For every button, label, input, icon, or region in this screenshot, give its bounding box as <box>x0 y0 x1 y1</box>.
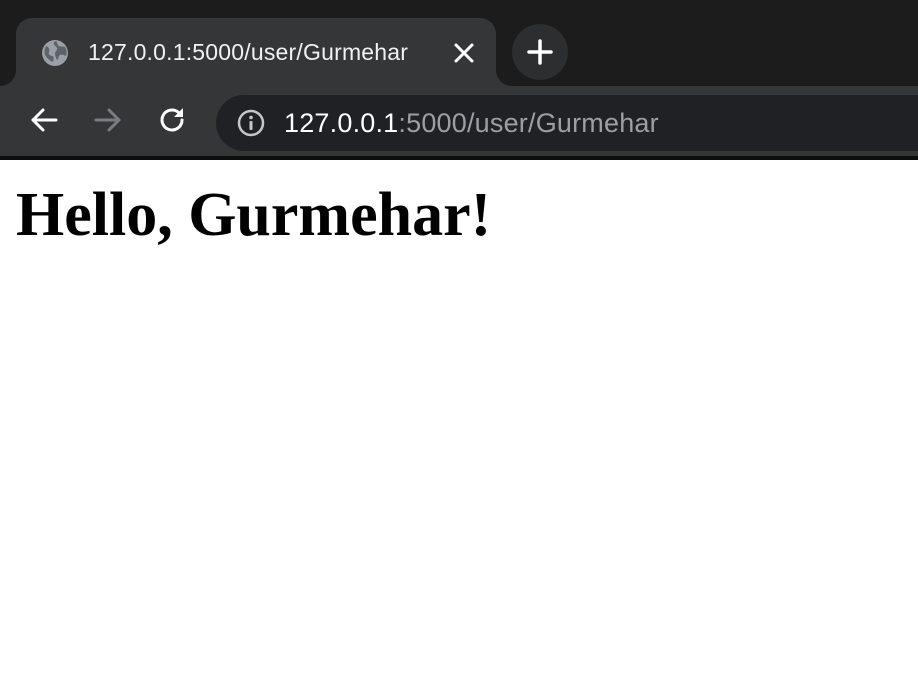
reload-button[interactable] <box>152 100 192 140</box>
tab-strip: 127.0.0.1:5000/user/Gurmehar <box>0 0 918 86</box>
address-bar[interactable]: 127.0.0.1:5000/user/Gurmehar <box>216 95 918 151</box>
plus-icon <box>527 39 553 65</box>
back-arrow-icon <box>29 105 59 135</box>
globe-icon <box>40 38 70 68</box>
browser-window: 127.0.0.1:5000/user/Gurmehar 127.0.0.1:5… <box>0 0 918 690</box>
url-host: 127.0.0.1 <box>284 108 399 138</box>
forward-button[interactable] <box>88 100 128 140</box>
reload-icon <box>156 104 188 136</box>
browser-tab[interactable]: 127.0.0.1:5000/user/Gurmehar <box>16 18 496 86</box>
url-text[interactable]: 127.0.0.1:5000/user/Gurmehar <box>284 107 659 139</box>
back-button[interactable] <box>24 100 64 140</box>
browser-toolbar: 127.0.0.1:5000/user/Gurmehar <box>0 86 918 156</box>
close-icon[interactable] <box>450 39 478 67</box>
tab-title: 127.0.0.1:5000/user/Gurmehar <box>88 39 409 65</box>
forward-arrow-icon <box>93 105 123 135</box>
page-heading: Hello, Gurmehar! <box>16 181 492 249</box>
info-icon[interactable] <box>236 108 266 138</box>
page-content: Hello, Gurmehar! <box>0 160 918 690</box>
url-path: :5000/user/Gurmehar <box>398 108 659 138</box>
new-tab-button[interactable] <box>512 24 568 80</box>
